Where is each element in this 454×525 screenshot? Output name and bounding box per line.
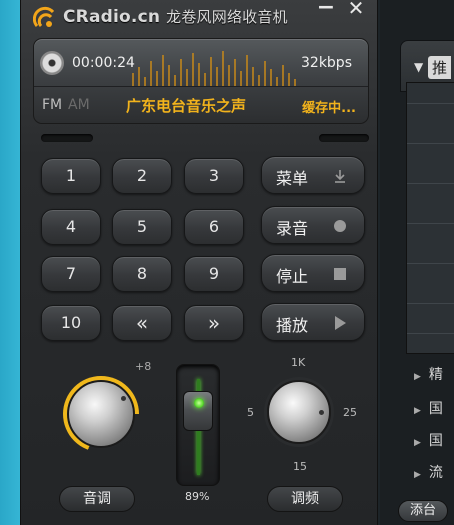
preset-button-5[interactable]: 5 <box>112 209 172 245</box>
volume-slider[interactable] <box>176 364 220 486</box>
right-indicator-slot <box>319 134 369 142</box>
tuner-tick-right: 25 <box>343 406 357 419</box>
preset-button-10[interactable]: 10 <box>41 305 101 341</box>
bitrate: 32kbps <box>301 55 352 71</box>
previous-button[interactable]: « <box>112 305 172 341</box>
category-label: 国 <box>428 401 443 417</box>
download-icon <box>335 170 345 183</box>
collapse-arrow-icon[interactable]: ▼ <box>414 60 423 74</box>
station-list[interactable] <box>406 82 454 354</box>
list-row <box>407 143 454 144</box>
record-button[interactable]: 录音 <box>261 206 365 244</box>
preset-button-8[interactable]: 8 <box>112 256 172 292</box>
preset-button-6[interactable]: 6 <box>184 209 244 245</box>
category-label: 流 <box>428 465 443 481</box>
tone-knob[interactable] <box>63 376 139 452</box>
title-bar[interactable]: CRadio.cn 龙卷风网络收音机 − ✕ <box>21 0 377 34</box>
list-row <box>407 223 454 224</box>
recommend-tab-label[interactable]: 推 <box>428 56 452 79</box>
tone-knob-indicator <box>121 396 126 401</box>
category-item[interactable]: ▶ 国 <box>414 430 443 450</box>
play-label: 播放 <box>276 316 309 335</box>
preset-button-3[interactable]: 3 <box>184 158 244 194</box>
stop-button[interactable]: 停止 <box>261 254 365 292</box>
expand-arrow-icon: ▶ <box>414 406 421 416</box>
stop-label: 停止 <box>276 267 309 286</box>
preset-button-9[interactable]: 9 <box>184 256 244 292</box>
tone-knob-face <box>67 380 135 448</box>
volume-percent: 89% <box>185 490 210 503</box>
app-title-en: CRadio.cn <box>63 7 161 27</box>
category-item[interactable]: ▶ 精 <box>414 364 443 384</box>
menu-label: 菜单 <box>276 169 309 188</box>
list-row <box>407 303 454 304</box>
list-row <box>407 103 454 104</box>
preset-button-2[interactable]: 2 <box>112 158 172 194</box>
tone-max-mark: +8 <box>135 360 152 373</box>
buffer-status: 缓存中... <box>302 101 356 116</box>
fm-mode[interactable]: FM <box>42 97 62 113</box>
volume-led-icon <box>194 398 204 408</box>
record-label: 录音 <box>276 219 309 238</box>
minimize-button[interactable]: − <box>315 0 337 20</box>
menu-button[interactable]: 菜单 <box>261 156 365 194</box>
close-button[interactable]: ✕ <box>345 0 367 20</box>
expand-arrow-icon: ▶ <box>414 372 421 382</box>
station-panel: ▼ 推 ▶ 精 ▶ 国 ▶ 国 ▶ 流 <box>380 0 454 525</box>
list-row <box>407 183 454 184</box>
volume-slider-handle[interactable] <box>183 391 213 431</box>
preset-button-1[interactable]: 1 <box>41 158 101 194</box>
tuner-tick-top: 1K <box>291 356 306 369</box>
app-title-cn: 龙卷风网络收音机 <box>166 8 288 26</box>
category-item[interactable]: ▶ 流 <box>414 462 443 482</box>
list-row <box>407 333 454 334</box>
spectrum-visualizer <box>132 51 296 87</box>
tuner-knob-indicator <box>319 410 324 415</box>
tuner-tick-bottom: 15 <box>293 460 307 473</box>
display-divider <box>34 86 368 87</box>
preset-button-7[interactable]: 7 <box>41 256 101 292</box>
tuner-tick-left: 5 <box>247 406 254 419</box>
category-label: 国 <box>428 433 443 449</box>
tuner-knob[interactable] <box>267 380 331 444</box>
station-name: 广东电台音乐之声 <box>126 97 247 115</box>
radio-logo-icon <box>33 6 55 28</box>
list-row <box>407 263 454 264</box>
next-button[interactable]: » <box>184 305 244 341</box>
app-title: CRadio.cn 龙卷风网络收音机 <box>63 6 288 27</box>
tune-button[interactable]: 调频 <box>267 486 343 512</box>
stop-icon <box>334 268 346 280</box>
lcd-display: 00:00:24 32kbps FM AM 广东电台音乐之声 缓存中... <box>33 38 369 124</box>
preset-button-4[interactable]: 4 <box>41 209 101 245</box>
disc-icon <box>40 51 64 75</box>
tone-button[interactable]: 音调 <box>59 486 135 512</box>
am-mode[interactable]: AM <box>68 97 90 113</box>
play-button[interactable]: 播放 <box>261 303 365 341</box>
category-label: 精 <box>428 367 443 383</box>
radio-window: CRadio.cn 龙卷风网络收音机 − ✕ 00:00:24 32kbps F… <box>20 0 378 525</box>
play-icon <box>335 316 346 330</box>
expand-arrow-icon: ▶ <box>414 438 421 448</box>
category-item[interactable]: ▶ 国 <box>414 398 443 418</box>
left-indicator-slot <box>41 134 93 142</box>
expand-arrow-icon: ▶ <box>414 470 421 480</box>
add-station-button[interactable]: 添台 <box>398 500 448 522</box>
record-icon <box>334 220 346 232</box>
